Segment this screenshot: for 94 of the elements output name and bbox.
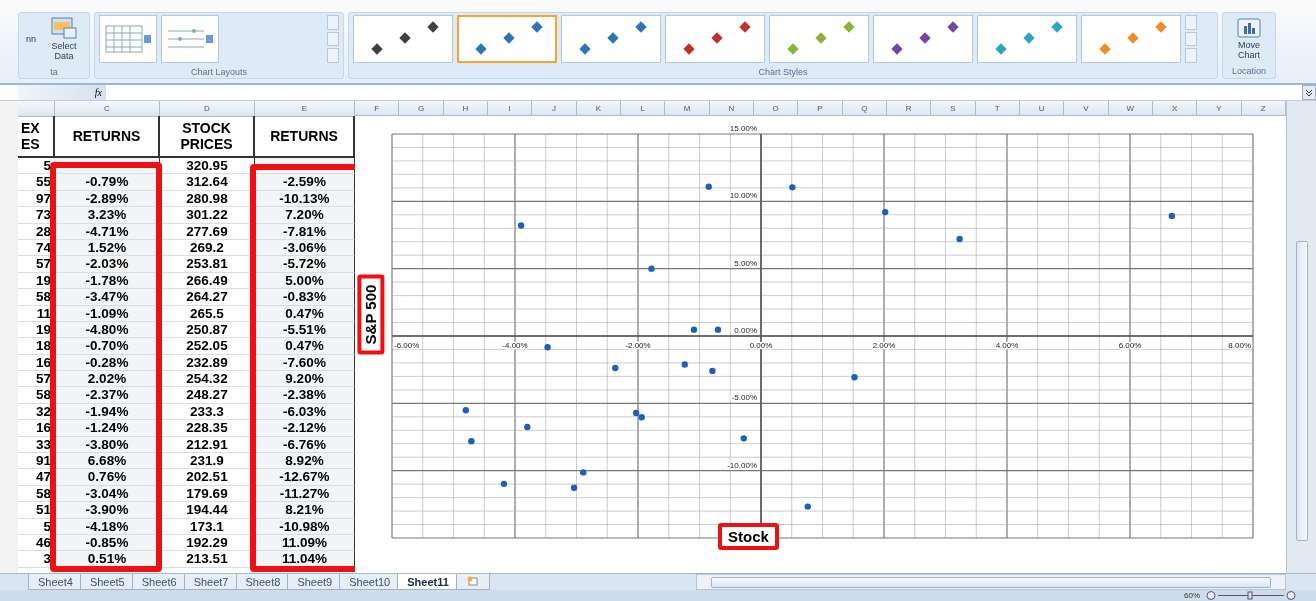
chevron-icon — [1305, 88, 1313, 97]
table-cell: 9.20% — [255, 371, 355, 388]
layout-thumbnail-icon — [104, 24, 152, 54]
scrollbar-thumb[interactable] — [711, 576, 1271, 588]
sheet-tab[interactable]: Sheet6 — [131, 574, 187, 590]
column-header: S — [931, 101, 976, 115]
column-header: J — [532, 101, 577, 115]
column-header: D — [160, 101, 255, 117]
table-icon — [51, 17, 77, 39]
chart-style-thumbnail[interactable] — [457, 15, 557, 63]
group-label: Location — [1231, 65, 1267, 78]
sheet-tab[interactable]: Sheet4 — [28, 574, 83, 590]
name-box[interactable]: fx — [18, 85, 106, 100]
insert-sheet-tab[interactable] — [455, 574, 490, 590]
table-cell: 5 — [18, 158, 55, 175]
x-tick-label: 2.00% — [872, 341, 896, 350]
column-header: I — [488, 101, 533, 115]
chart-style-thumbnail[interactable] — [873, 15, 973, 63]
sheet-tab[interactable]: Sheet7 — [183, 574, 239, 590]
chart-style-thumbnail[interactable] — [769, 15, 869, 63]
x-tick-label: 8.00% — [1228, 341, 1251, 350]
column-header: Z — [1241, 101, 1286, 115]
column-header: F — [355, 101, 400, 115]
column-header: Y — [1197, 101, 1242, 115]
y-tick-label: 5.00% — [734, 258, 757, 268]
column-header: O — [753, 101, 799, 115]
table-cell: 0.47% — [255, 338, 355, 355]
move-chart-button[interactable]: Move Chart — [1227, 15, 1271, 62]
sheet-tab[interactable]: Sheet5 — [79, 574, 135, 590]
table-cell: -2.38% — [255, 387, 355, 404]
scroll-down-button[interactable] — [1185, 31, 1197, 47]
table-cell: 320.95 — [160, 158, 255, 175]
column-header: X — [1152, 101, 1198, 115]
chart-icon — [1237, 17, 1261, 38]
y-tick-label: 0.00% — [734, 326, 757, 335]
column-header: W — [1108, 101, 1153, 115]
table-cell: -2.59% — [255, 174, 355, 191]
x-tick-label: -6.00% — [394, 341, 420, 350]
column-header: E — [255, 101, 355, 117]
column-header: Q — [842, 101, 887, 115]
y-tick-label: -10.00% — [727, 460, 757, 470]
column-header: T — [975, 101, 1020, 115]
new-sheet-icon — [465, 575, 480, 586]
column-header — [18, 101, 55, 117]
x-tick-label: 4.00% — [995, 341, 1019, 350]
x-axis-title: Stock — [718, 523, 779, 550]
chart-style-thumbnail[interactable] — [977, 15, 1077, 63]
chart-style-thumbnail[interactable] — [665, 15, 765, 63]
group-label: Chart Styles — [757, 66, 809, 79]
chart-layout-thumbnail[interactable] — [161, 15, 219, 63]
chart-style-thumbnail[interactable] — [561, 15, 661, 63]
chart-style-thumbnail[interactable] — [1081, 15, 1181, 63]
expand-button[interactable] — [1302, 85, 1316, 100]
scroll-up-button[interactable] — [1185, 15, 1197, 30]
column-header: C — [55, 101, 160, 117]
y-tick-label: -5.00% — [731, 393, 757, 403]
group-label: ta — [49, 66, 59, 79]
y-axis-title: S&P 500 — [357, 274, 385, 355]
chart-layout-thumbnail[interactable] — [99, 15, 157, 63]
column-header: H — [443, 101, 488, 115]
column-header: P — [798, 101, 843, 115]
table-cell: -2.12% — [255, 420, 355, 437]
zoom-level: 60% — [1184, 591, 1200, 600]
x-tick-label: -4.00% — [502, 341, 528, 350]
y-tick-label: 15.00% — [729, 124, 757, 133]
table-cell: 7.20% — [255, 207, 355, 224]
table-cell: 11.04% — [255, 551, 355, 568]
column-header: V — [1064, 101, 1109, 115]
column-header: K — [576, 101, 621, 115]
column-header: G — [399, 101, 444, 115]
table-cell: -0.83% — [255, 289, 355, 306]
ribbon-button[interactable]: nn — [23, 32, 39, 46]
more-button[interactable] — [1185, 48, 1197, 63]
table-cell: -12.67% — [255, 469, 355, 486]
table-cell: 8.21% — [255, 502, 355, 519]
scroll-up-button[interactable] — [327, 15, 339, 30]
column-header: L — [620, 101, 666, 115]
scroll-down-button[interactable] — [327, 31, 339, 47]
column-header: M — [665, 101, 710, 115]
x-tick-label: -2.00% — [625, 341, 651, 350]
select-data-button[interactable]: Select Data — [43, 15, 85, 63]
x-tick-label: 6.00% — [1118, 341, 1142, 350]
scrollbar-thumb[interactable] — [1295, 241, 1308, 541]
column-header: U — [1019, 101, 1065, 115]
table-cell: 8.92% — [255, 453, 355, 470]
y-tick-label: 10.00% — [729, 191, 757, 201]
group-label: Chart Layouts — [190, 66, 248, 79]
table-cell: -5.72% — [255, 256, 355, 273]
function-label: fx — [94, 87, 102, 98]
column-header: N — [709, 101, 754, 115]
sheet-tab[interactable]: Sheet11 — [397, 574, 459, 590]
column-header: R — [886, 101, 932, 115]
more-button[interactable] — [327, 48, 339, 63]
chart-style-thumbnail[interactable] — [353, 15, 453, 63]
